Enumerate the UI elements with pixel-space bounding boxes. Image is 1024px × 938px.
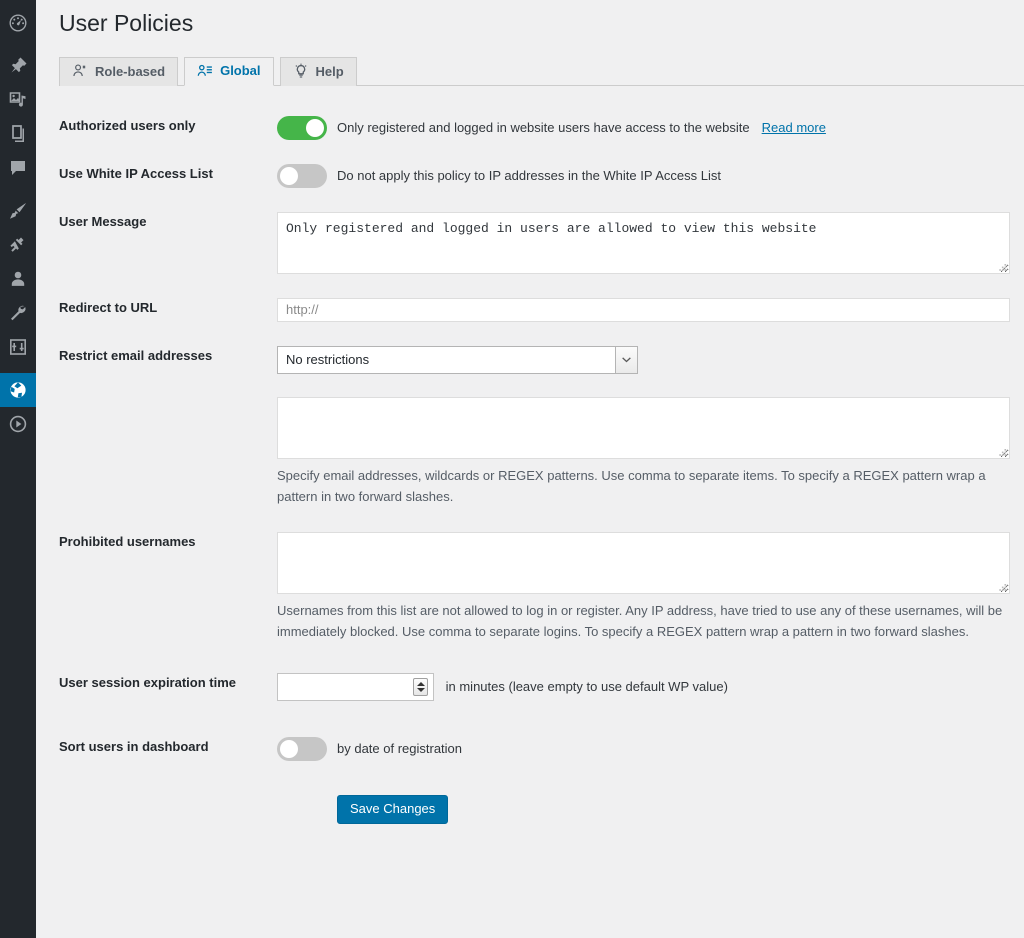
row-redirect-url: Redirect to URL [59, 286, 1024, 334]
restrict-email-description: Specify email addresses, wildcards or RE… [277, 465, 1010, 508]
prohibited-usernames-textarea[interactable] [277, 532, 1010, 594]
shield-globe-icon [8, 380, 28, 400]
settings-table: Authorized users only Only registered an… [59, 104, 1024, 773]
user-icon [8, 269, 28, 289]
row-authorized-users: Authorized users only Only registered an… [59, 104, 1024, 152]
prohibited-usernames-description: Usernames from this list are not allowed… [277, 600, 1010, 643]
toggle-knob [280, 740, 298, 758]
comment-icon [8, 158, 28, 178]
restrict-email-textarea[interactable] [277, 397, 1010, 459]
label-white-ip: Use White IP Access List [59, 152, 277, 200]
row-white-ip: Use White IP Access List Do not apply th… [59, 152, 1024, 200]
tab-global-label: Global [220, 63, 260, 78]
row-prohibited-usernames: Prohibited usernames [59, 520, 1024, 655]
sidebar-item-media[interactable] [0, 83, 36, 117]
pages-icon [8, 124, 28, 144]
user-message-textarea[interactable] [277, 212, 1010, 274]
sidebar-item-dashboard[interactable] [0, 6, 36, 40]
restrict-email-selected-value: No restrictions [278, 347, 637, 373]
sidebar-item-security[interactable] [0, 373, 36, 407]
tab-role-based-label: Role-based [95, 64, 165, 79]
dashboard-icon [8, 13, 28, 33]
label-prohibited-usernames: Prohibited usernames [59, 520, 277, 655]
sidebar-item-player[interactable] [0, 407, 36, 441]
stepper-up-icon[interactable] [417, 682, 425, 686]
sidebar-item-users[interactable] [0, 262, 36, 296]
row-restrict-email: Restrict email addresses No restrictions [59, 334, 1024, 520]
lightbulb-icon [293, 63, 309, 79]
chevron-down-icon [615, 346, 638, 374]
tab-bar: Role-based Global Help [59, 56, 1024, 86]
sidebar-item-tools[interactable] [0, 296, 36, 330]
label-session-expiration: User session expiration time [59, 655, 277, 713]
save-changes-button[interactable]: Save Changes [337, 795, 448, 824]
tab-role-based[interactable]: Role-based [59, 57, 178, 86]
sort-users-description: by date of registration [337, 739, 462, 759]
sidebar-separator [0, 364, 36, 373]
paintbrush-icon [8, 201, 28, 221]
session-expiration-suffix: in minutes (leave empty to use default W… [446, 679, 728, 694]
toggle-authorized-users[interactable] [277, 116, 327, 140]
toggle-sort-users[interactable] [277, 737, 327, 761]
label-sort-users: Sort users in dashboard [59, 713, 277, 773]
pin-icon [8, 56, 28, 76]
stepper-down-icon[interactable] [417, 688, 425, 692]
wrench-icon [8, 303, 28, 323]
toggle-white-ip[interactable] [277, 164, 327, 188]
plug-icon [8, 235, 28, 255]
read-more-link[interactable]: Read more [762, 118, 826, 138]
row-sort-users: Sort users in dashboard by date of regis… [59, 713, 1024, 773]
admin-page: User Policies Role-based Global Help [0, 0, 1024, 938]
label-redirect-url: Redirect to URL [59, 286, 277, 334]
label-authorized-users: Authorized users only [59, 104, 277, 152]
redirect-url-input[interactable] [277, 298, 1010, 322]
page-title: User Policies [36, 0, 1024, 43]
user-list-icon [197, 63, 213, 79]
sidebar-item-plugins[interactable] [0, 228, 36, 262]
settings-form: Authorized users only Only registered an… [36, 104, 1024, 824]
stepper-arrows-icon[interactable] [413, 678, 428, 696]
label-user-message: User Message [59, 200, 277, 286]
sidebar-item-pages[interactable] [0, 117, 36, 151]
sidebar-item-posts[interactable] [0, 49, 36, 83]
toggle-knob [306, 119, 324, 137]
admin-sidebar [0, 0, 36, 938]
tab-help[interactable]: Help [280, 57, 357, 86]
tab-global[interactable]: Global [184, 57, 273, 86]
label-restrict-email: Restrict email addresses [59, 334, 277, 520]
sidebar-item-appearance[interactable] [0, 194, 36, 228]
sidebar-item-comments[interactable] [0, 151, 36, 185]
tab-help-label: Help [316, 64, 344, 79]
session-expiration-input[interactable] [278, 674, 406, 700]
sidebar-separator [0, 185, 36, 194]
sliders-icon [8, 337, 28, 357]
toggle-knob [280, 167, 298, 185]
row-user-message: User Message [59, 200, 1024, 286]
sidebar-item-settings[interactable] [0, 330, 36, 364]
restrict-email-select[interactable]: No restrictions [277, 346, 638, 374]
users-group-icon [72, 63, 88, 79]
authorized-users-description: Only registered and logged in website us… [337, 118, 750, 138]
row-session-expiration: User session expiration time in minutes … [59, 655, 1024, 713]
sidebar-separator [0, 40, 36, 49]
white-ip-description: Do not apply this policy to IP addresses… [337, 166, 721, 186]
submit-area: Save Changes [337, 795, 1024, 824]
play-circle-icon [8, 414, 28, 434]
admin-content: User Policies Role-based Global Help [36, 0, 1024, 938]
media-icon [8, 90, 28, 110]
session-expiration-stepper[interactable] [277, 673, 434, 701]
